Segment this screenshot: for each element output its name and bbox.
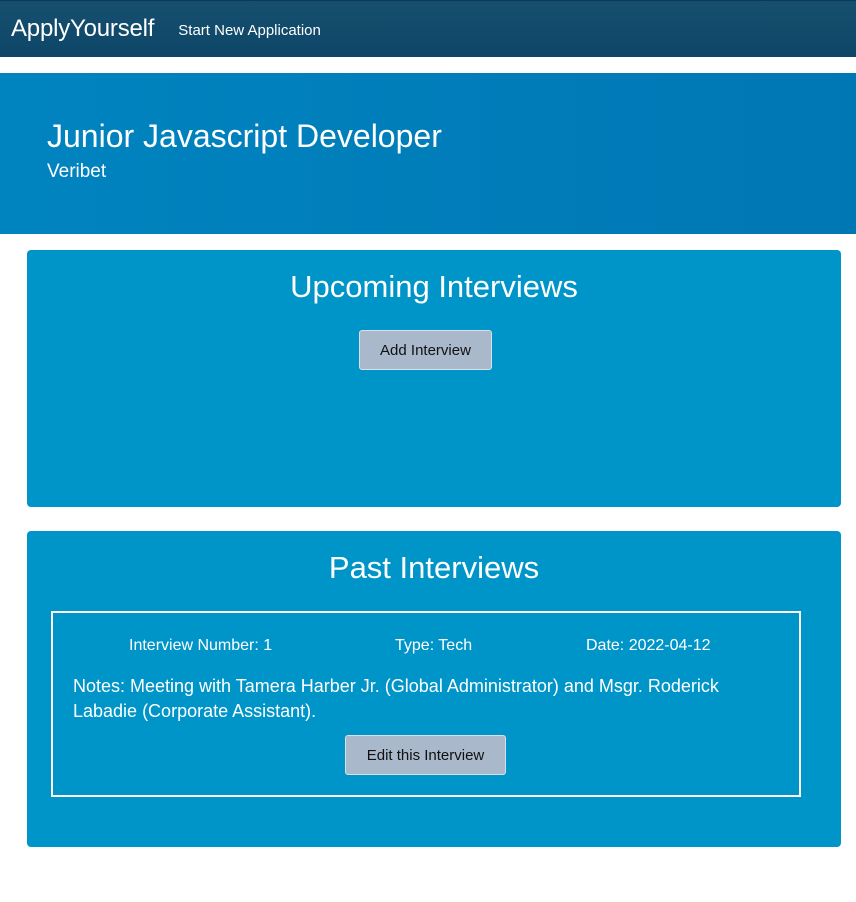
edit-interview-button[interactable]: Edit this Interview [345,735,506,775]
upcoming-interviews-panel: Upcoming Interviews Add Interview [27,250,841,507]
company-name: Veribet [47,161,107,182]
interview-notes: Notes: Meeting with Tamera Harber Jr. (G… [73,676,719,721]
past-interviews-panel: Past Interviews Interview Number: 1 Type… [27,531,841,847]
add-interview-button[interactable]: Add Interview [359,330,492,370]
interview-type: Type: Tech [395,637,473,654]
past-interviews-title: Past Interviews [328,550,540,585]
job-header: Junior Javascript Developer Veribet [0,73,856,234]
interview-date: Date: 2022-04-12 [586,637,711,654]
interview-card: Interview Number: 1 Type: Tech Date: 202… [51,611,801,797]
start-new-application-link[interactable]: Start New Application [178,22,321,39]
top-navbar: ApplyYourself Start New Application [0,0,856,57]
brand-logo-link[interactable]: ApplyYourself [11,15,154,43]
job-title: Junior Javascript Developer [47,118,442,154]
interview-number: Interview Number: 1 [129,637,273,654]
upcoming-interviews-title: Upcoming Interviews [290,269,578,304]
